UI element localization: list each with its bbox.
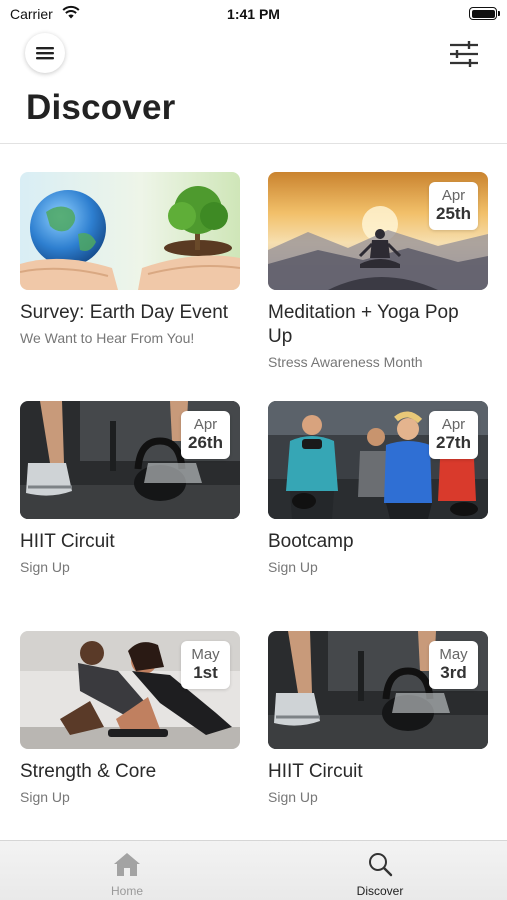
event-card-hiit-2[interactable]: May 3rd HIIT Circuit Sign Up — [268, 631, 488, 806]
date-badge-month: Apr — [441, 416, 466, 433]
home-icon — [114, 853, 140, 876]
card-subtitle: Stress Awareness Month — [268, 354, 423, 370]
card-subtitle: Sign Up — [20, 789, 70, 805]
card-image-kettlebell[interactable]: Apr 26th — [20, 401, 240, 519]
tab-label-home: Home — [110, 884, 143, 898]
event-card-survey[interactable]: Survey: Earth Day Event We Want to Hear … — [20, 172, 240, 347]
card-title: Meditation + Yoga Pop Up — [268, 302, 459, 347]
date-badge: Apr 26th — [181, 411, 230, 459]
date-badge-month: May — [191, 646, 220, 663]
date-badge-month: Apr — [193, 416, 218, 433]
date-badge: May 1st — [181, 641, 230, 689]
date-badge-month: Apr — [441, 187, 466, 204]
card-subtitle: Sign Up — [268, 789, 318, 805]
card-title: Bootcamp — [268, 531, 354, 552]
battery-icon — [469, 7, 500, 20]
date-badge: May 3rd — [429, 641, 478, 689]
date-badge-day: 1st — [193, 663, 218, 682]
event-card-strength-core[interactable]: May 1st Strength & Core Sign Up — [20, 631, 240, 806]
card-title: HIIT Circuit — [20, 531, 115, 552]
card-subtitle: Sign Up — [268, 559, 318, 575]
menu-button[interactable] — [25, 33, 65, 73]
event-card-hiit-1[interactable]: Apr 26th HIIT Circuit Sign Up — [20, 401, 240, 576]
header-divider — [0, 143, 507, 144]
sliders-icon[interactable] — [448, 40, 480, 68]
status-time: 1:41 PM — [227, 6, 280, 22]
date-badge-day: 3rd — [440, 663, 467, 682]
card-image-kettlebell[interactable]: May 3rd — [268, 631, 488, 749]
event-card-meditation[interactable]: Apr 25th Meditation + Yoga Pop Up Stress… — [268, 172, 488, 371]
card-image-earth[interactable] — [20, 172, 240, 290]
card-image-meditation[interactable]: Apr 25th — [268, 172, 488, 290]
card-image-plank[interactable]: May 1st — [20, 631, 240, 749]
hamburger-icon — [36, 47, 54, 60]
card-subtitle: We Want to Hear From You! — [20, 330, 195, 346]
card-title: Survey: Earth Day Event — [20, 302, 229, 323]
event-card-bootcamp[interactable]: Apr 27th Bootcamp Sign Up — [268, 401, 488, 576]
tab-label-discover: Discover — [356, 884, 404, 898]
tab-home[interactable]: Home — [67, 841, 187, 900]
card-title: Strength & Core — [20, 761, 157, 782]
page-title: Discover — [26, 88, 176, 127]
search-icon — [369, 853, 393, 877]
tab-bar: Home Discover — [0, 840, 507, 900]
date-badge: Apr 27th — [429, 411, 478, 459]
date-badge-day: 26th — [188, 433, 223, 452]
card-image-group-fitness[interactable]: Apr 27th — [268, 401, 488, 519]
tab-discover[interactable]: Discover — [320, 841, 440, 900]
card-title: HIIT Circuit — [268, 761, 363, 782]
date-badge-day: 27th — [436, 433, 471, 452]
date-badge-day: 25th — [436, 204, 471, 223]
earth-tree-image — [20, 172, 240, 290]
date-badge-month: May — [439, 646, 468, 663]
date-badge: Apr 25th — [429, 182, 478, 230]
card-subtitle: Sign Up — [20, 559, 70, 575]
status-bar: Carrier 1:41 PM — [0, 0, 507, 28]
